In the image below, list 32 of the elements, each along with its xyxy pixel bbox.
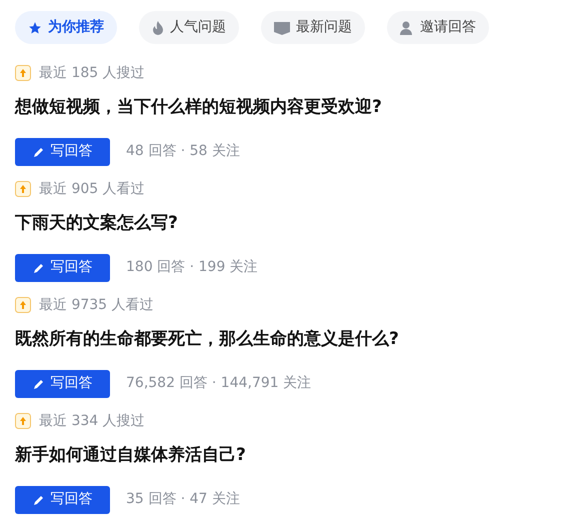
star-icon [28,20,42,34]
pencil-icon [32,378,44,390]
answer-stats: 48 回答 · 58 关注 [126,142,240,161]
view-count: 最近 905 人看过 [39,180,145,198]
view-count: 最近 9735 人看过 [39,296,154,314]
tab[interactable]: 为你推荐 [15,11,117,44]
write-answer-button[interactable]: 写回答 [15,486,110,514]
tab[interactable]: 最新问题 [261,11,365,44]
question-title[interactable]: 既然所有的生命都要死亡，那么生命的意义是什么? [15,327,565,352]
hot-badge-icon [15,413,31,429]
view-count: 最近 334 人搜过 [39,412,145,430]
question-title[interactable]: 下雨天的文案怎么写? [15,211,565,236]
hot-badge-icon [15,297,31,313]
hot-badge-icon [15,181,31,197]
write-answer-button[interactable]: 写回答 [15,254,110,282]
flame-icon [152,20,164,34]
tab[interactable]: 人气问题 [139,11,239,44]
answer-stats: 35 回答 · 47 关注 [126,490,240,509]
write-answer-button[interactable]: 写回答 [15,370,110,398]
answer-stats: 180 回答 · 199 关注 [126,258,258,277]
tab[interactable]: 邀请回答 [387,11,489,44]
pencil-icon [32,494,44,506]
write-answer-button[interactable]: 写回答 [15,138,110,166]
person-icon [400,20,414,34]
pencil-icon [32,262,44,274]
question-title[interactable]: 想做短视频，当下什么样的短视频内容更受欢迎? [15,95,565,120]
answer-stats: 76,582 回答 · 144,791 关注 [126,374,312,393]
question-title[interactable]: 新手如何通过自媒体养活自己? [15,443,565,468]
new-badge-icon [274,20,290,34]
view-count: 最近 185 人搜过 [39,64,145,82]
hot-badge-icon [15,65,31,81]
pencil-icon [32,146,44,158]
